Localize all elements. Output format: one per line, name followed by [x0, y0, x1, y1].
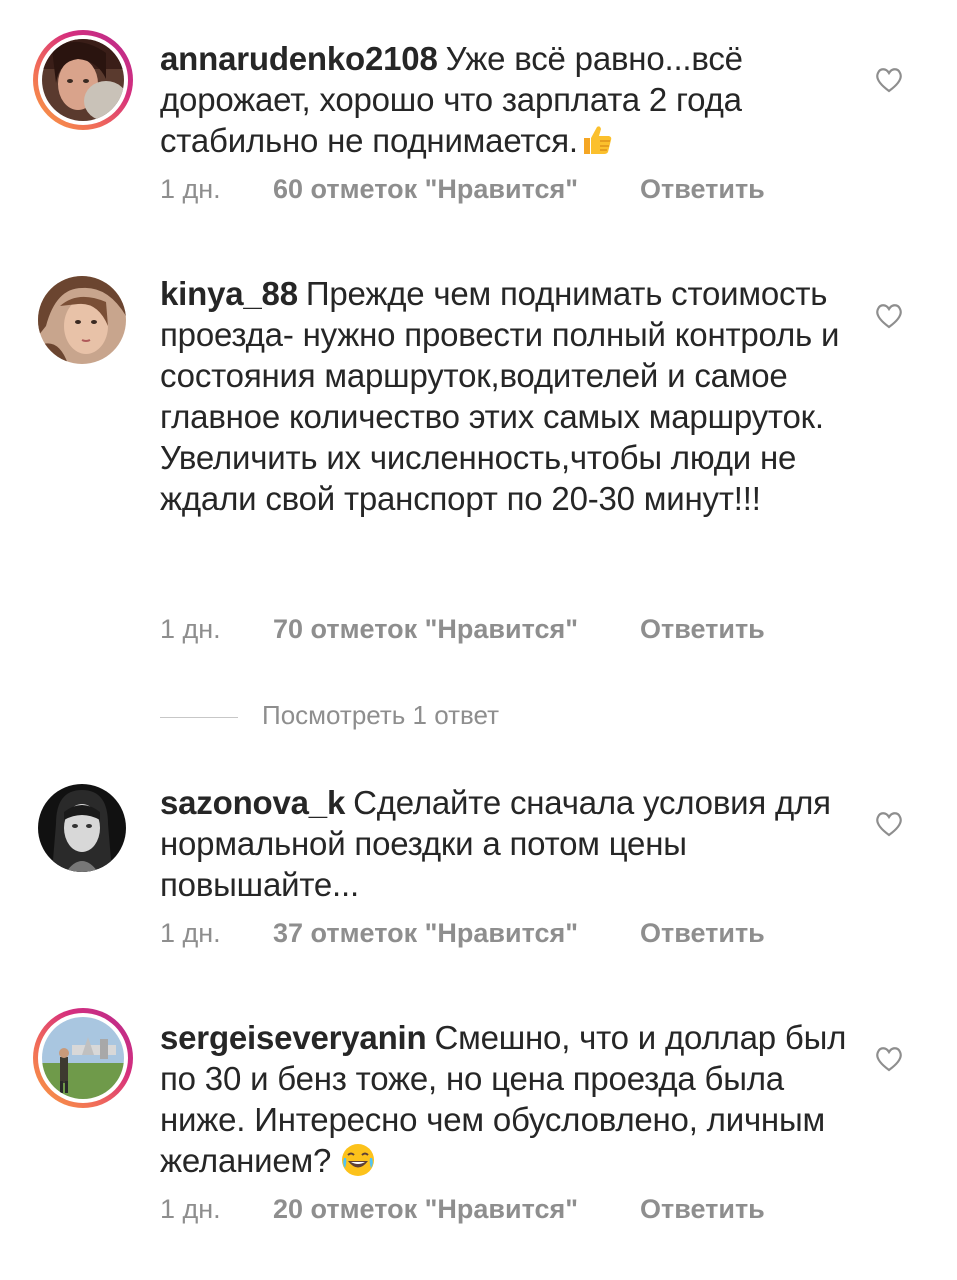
- comment-time: 1 дн.: [160, 174, 221, 204]
- comment-text: sazonova_k Сделайте сначала условия для н…: [160, 782, 850, 905]
- avatar[interactable]: [38, 276, 126, 364]
- heart-icon[interactable]: [874, 66, 904, 94]
- comment-username[interactable]: kinya_88: [160, 275, 298, 312]
- avatar: [42, 1017, 124, 1099]
- comment-username[interactable]: sazonova_k: [160, 784, 345, 821]
- heart-icon[interactable]: [874, 302, 904, 330]
- avatar-story-ring[interactable]: [33, 1008, 133, 1108]
- reply-button[interactable]: Ответить: [640, 614, 765, 645]
- avatar-story-ring[interactable]: [33, 30, 133, 130]
- heart-icon[interactable]: [874, 810, 904, 838]
- heart-icon[interactable]: [874, 1045, 904, 1073]
- comment-text: sergeiseveryanin Смешно, что и доллар был…: [160, 1017, 850, 1181]
- comment-meta: 1 дн. 70 отметок "Нравится" Ответить: [160, 614, 765, 645]
- divider: [160, 716, 238, 718]
- avatar[interactable]: [38, 784, 126, 872]
- reply-button[interactable]: Ответить: [640, 918, 765, 949]
- comment-username[interactable]: annarudenko2108: [160, 40, 438, 77]
- comment-likes[interactable]: 20 отметок "Нравится": [273, 1194, 640, 1225]
- laughing-face-icon: [342, 1144, 375, 1176]
- comment-text: annarudenko2108 Уже всё равно...всё дорож…: [160, 38, 850, 161]
- comment-time: 1 дн.: [160, 1194, 221, 1224]
- comment-time: 1 дн.: [160, 918, 221, 948]
- reply-button[interactable]: Ответить: [640, 1194, 765, 1225]
- comment-likes[interactable]: 70 отметок "Нравится": [273, 614, 640, 645]
- view-replies-button[interactable]: Посмотреть 1 ответ: [160, 700, 499, 730]
- comment-username[interactable]: sergeiseveryanin: [160, 1019, 427, 1056]
- comment-likes[interactable]: 37 отметок "Нравится": [273, 918, 640, 949]
- thumbs-up-icon: [583, 126, 612, 154]
- comment-meta: 1 дн. 37 отметок "Нравится" Ответить: [160, 918, 765, 949]
- comment-likes[interactable]: 60 отметок "Нравится": [273, 174, 640, 205]
- comment-meta: 1 дн. 60 отметок "Нравится" Ответить: [160, 174, 765, 205]
- reply-button[interactable]: Ответить: [640, 174, 765, 205]
- comment-time: 1 дн.: [160, 614, 221, 644]
- avatar: [42, 39, 124, 121]
- comment-text: kinya_88 Прежде чем поднимать стоимость п…: [160, 273, 850, 519]
- comment-meta: 1 дн. 20 отметок "Нравится" Ответить: [160, 1194, 765, 1225]
- view-replies-label: Посмотреть 1 ответ: [262, 700, 500, 730]
